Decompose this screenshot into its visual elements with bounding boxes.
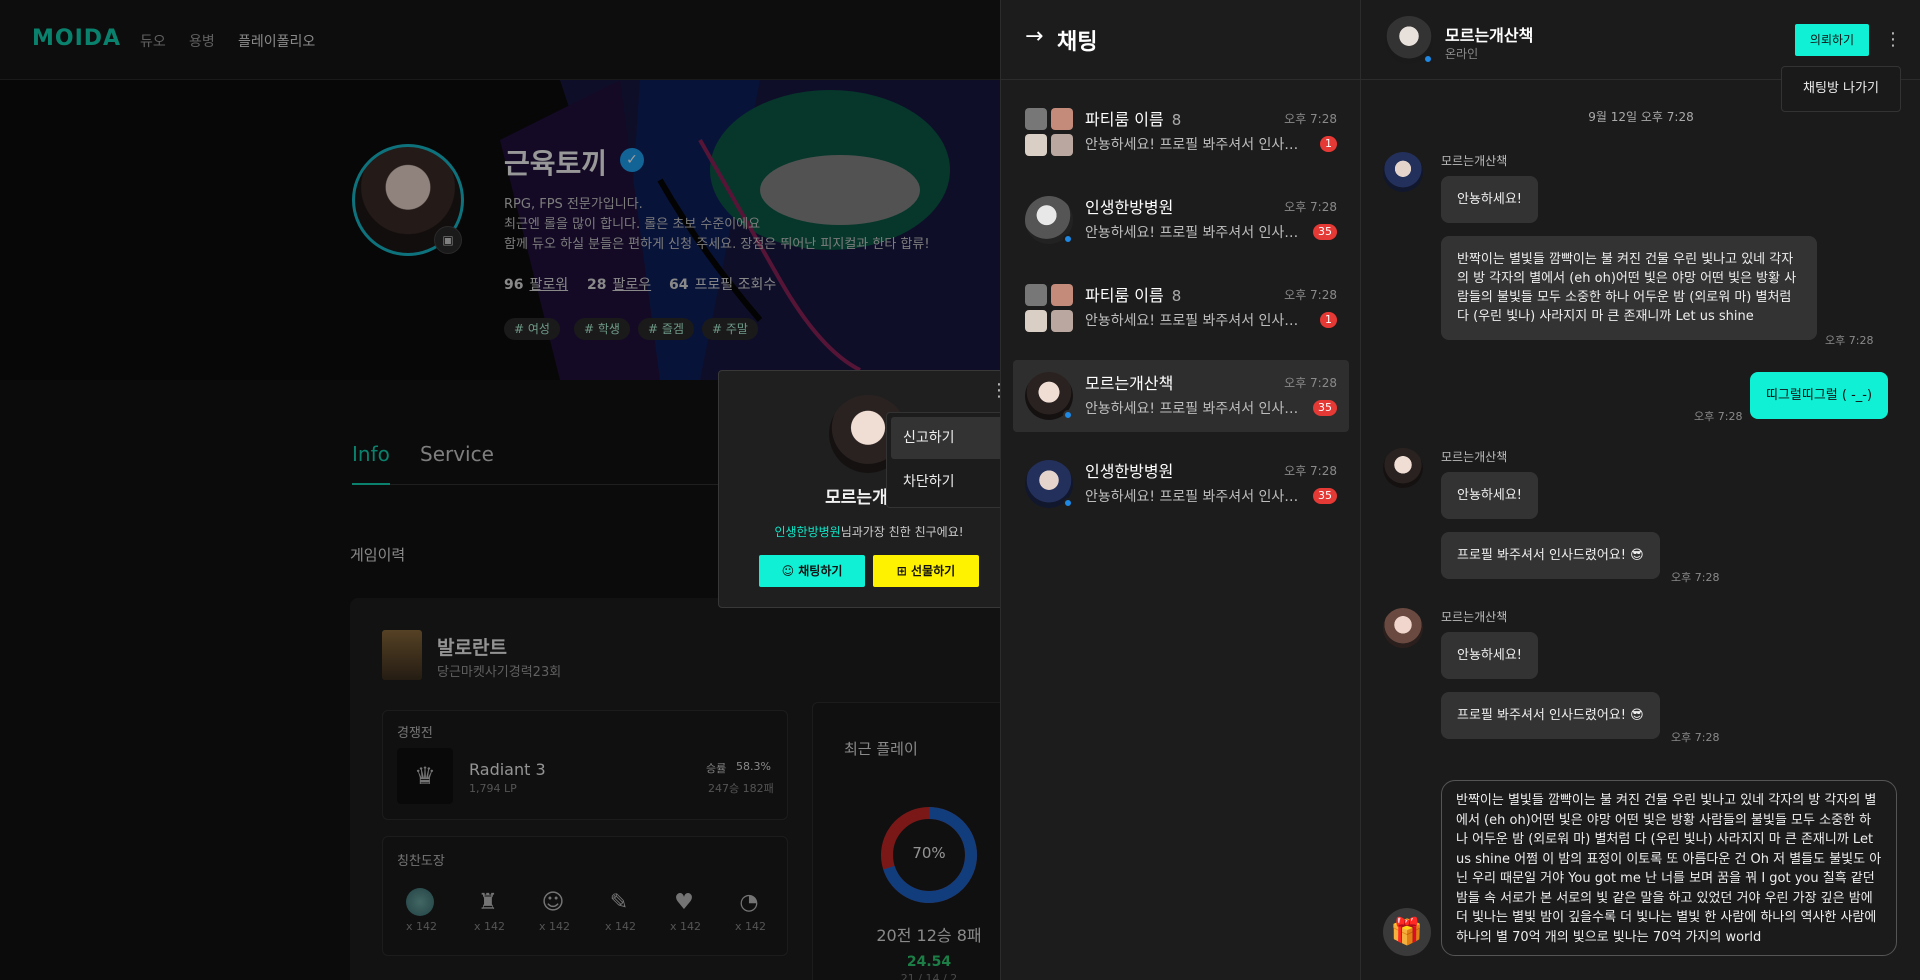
unread-badge: 35 — [1313, 224, 1337, 240]
menu-report[interactable]: 신고하기 — [891, 417, 1000, 459]
unread-badge: 35 — [1313, 488, 1337, 504]
message-time: 오후 7:28 — [1671, 731, 1720, 744]
menu-block[interactable]: 차단하기 — [891, 461, 1000, 503]
message-bubble: 안뇽하세요! — [1441, 176, 1539, 223]
avatar — [1383, 608, 1423, 648]
chat-room-panel: 모르는개산책 온라인 의뢰하기 ⋮ 채팅방 나가기 9월 12일 오후 7:28… — [1360, 0, 1920, 980]
message-bubble: 프로필 봐주셔서 인사드렸어요! 😎 — [1441, 692, 1660, 739]
profile-page: MOIDA 듀오 용병 플레이폴리오 ▣ 근육토끼 ✓ RPG, FPS 전문가… — [0, 0, 1000, 980]
message-bubble: 반짝이는 별빛들 깜빡이는 불 켜진 건물 우린 빛나고 있네 각자의 방 각자… — [1441, 236, 1817, 340]
avatar — [1383, 152, 1423, 192]
group-avatar — [1025, 284, 1073, 332]
chat-button[interactable]: ☺ 채팅하기 — [759, 555, 865, 587]
message-sender: 모르는개산책 — [1441, 610, 1508, 624]
gift-icon: ⊞ — [896, 564, 912, 578]
chat-partner-name: 모르는개산책 — [1445, 26, 1534, 45]
online-indicator — [1063, 410, 1073, 420]
gift-icon[interactable]: 🎁 — [1383, 908, 1431, 956]
my-message-bubble: 띠그럴띠그럴 ( -_-) — [1750, 372, 1889, 419]
online-indicator — [1063, 234, 1073, 244]
message-time: 오후 7:28 — [1825, 334, 1874, 347]
message-bubble: 안뇽하세요! — [1441, 632, 1539, 679]
chat-room-item[interactable]: 인생한방병원 오후 7:28 안뇽하세요! 프로필 봐주셔서 인사드렸어요! 3… — [1013, 184, 1349, 256]
chat-room-item-active[interactable]: 모르는개산책 오후 7:28 안뇽하세요! 프로필 봐주셔서 인사드렸어요! 3… — [1013, 360, 1349, 432]
online-indicator — [1063, 498, 1073, 508]
group-avatar — [1025, 108, 1073, 156]
message-time: 오후 7:28 — [1671, 571, 1720, 584]
leave-chat-menu[interactable]: 채팅방 나가기 — [1781, 66, 1901, 112]
chat-room-item[interactable]: 파티룸 이름8 오후 7:28 안뇽하세요! 프로필 봐주셔서 인사드렸어요! … — [1013, 96, 1349, 168]
online-indicator — [1423, 54, 1433, 64]
popup-context-menu: 신고하기 차단하기 — [886, 412, 1000, 508]
popup-friend-text: 인생한방병원님과가장 친한 친구에요! — [774, 525, 964, 539]
chat-partner-status: 온라인 — [1445, 47, 1479, 61]
message-bubble: 안뇽하세요! — [1441, 472, 1539, 519]
chat-room-item[interactable]: 파티룸 이름8 오후 7:28 안뇽하세요! 프로필 봐주셔서 인사드렸어요! … — [1013, 272, 1349, 344]
chat-room-item[interactable]: 인생한방병원 오후 7:28 안뇽하세요! 프로필 봐주셔서 인사드렸어요! 3… — [1013, 448, 1349, 520]
message-time: 오후 7:28 — [1694, 410, 1743, 423]
gift-button[interactable]: ⊞ 선물하기 — [873, 555, 979, 587]
date-divider: 9월 12일 오후 7:28 — [1588, 110, 1694, 124]
chat-list-title: 채팅 — [1057, 30, 1098, 55]
unread-badge: 35 — [1313, 400, 1337, 416]
message-sender: 모르는개산책 — [1441, 450, 1508, 464]
request-button[interactable]: 의뢰하기 — [1795, 24, 1869, 56]
chat-list-header: → 채팅 — [1001, 0, 1361, 80]
chat-list-panel: → 채팅 파티룸 이름 8 오후 7:28 안뇽하세요! 프로필 봐주셔서 인사드… — [1000, 0, 1361, 980]
more-vertical-icon[interactable]: ⋮ — [1883, 31, 1903, 49]
more-vertical-icon[interactable]: ⋮ — [989, 382, 1000, 400]
arrow-right-icon[interactable]: → — [1025, 24, 1043, 49]
avatar — [1383, 448, 1423, 488]
unread-badge: 1 — [1320, 136, 1337, 152]
popup-friend-link[interactable]: 인생한방병원 — [774, 525, 840, 539]
message-bubble: 프로필 봐주셔서 인사드렸어요! 😎 — [1441, 532, 1660, 579]
chat-icon: ☺ — [781, 564, 799, 578]
message-sender: 모르는개산책 — [1441, 154, 1508, 168]
message-input[interactable]: 반짝이는 별빛들 깜빡이는 불 켜진 건물 우린 빛나고 있네 각자의 방 각자… — [1441, 780, 1897, 956]
unread-badge: 1 — [1320, 312, 1337, 328]
